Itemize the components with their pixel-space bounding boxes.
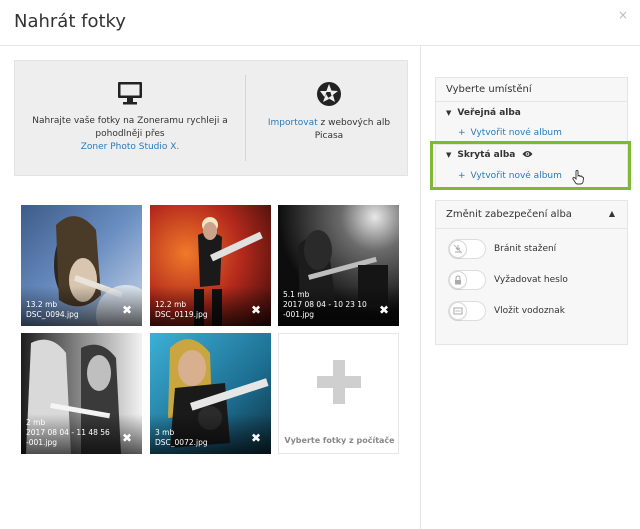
security-heading: Změnit zabezpečení alba bbox=[436, 201, 627, 229]
plus-icon: + bbox=[458, 128, 466, 138]
photo-thumbnail[interactable]: 3 mb DSC_0072.jpg ✖ bbox=[150, 333, 271, 454]
picasa-description: z webových alb Picasa bbox=[314, 118, 391, 141]
photo-size: 12.2 mb bbox=[155, 300, 187, 309]
panel-divider bbox=[420, 46, 421, 529]
toggle-knob bbox=[449, 302, 467, 320]
caret-up-icon[interactable]: ▲ bbox=[609, 209, 615, 218]
photo-filename: DSC_0072.jpg bbox=[155, 438, 208, 447]
photo-thumbnail[interactable]: 5.1 mb 2017 08 04 - 10 23 10 -001.jpg ✖ bbox=[278, 205, 399, 326]
photo-meta: 13.2 mb DSC_0094.jpg bbox=[26, 300, 79, 320]
picasa-icon bbox=[317, 82, 341, 106]
photo-size: 5.1 mb bbox=[283, 290, 310, 299]
photo-meta: 3 mb DSC_0072.jpg bbox=[155, 428, 208, 448]
photo-size: 13.2 mb bbox=[26, 300, 58, 309]
create-album-label: Vytvořit nové album bbox=[470, 128, 562, 138]
add-photos-label: Vyberte fotky z počítače bbox=[284, 436, 395, 445]
delete-photo-icon[interactable]: ✖ bbox=[251, 432, 261, 444]
monitor-icon bbox=[118, 82, 142, 105]
lock-icon bbox=[455, 275, 461, 285]
photo-filename: DSC_0119.jpg bbox=[155, 310, 208, 319]
toggle-knob bbox=[449, 240, 467, 258]
hand-cursor-icon bbox=[572, 170, 584, 185]
watermark-icon bbox=[453, 307, 463, 315]
prevent-download-label: Bránit stažení bbox=[494, 244, 557, 254]
toggle-knob bbox=[449, 271, 467, 289]
create-public-album-link[interactable]: + Vytvořit nové album bbox=[458, 128, 562, 138]
photo-size: 2 mb bbox=[26, 418, 46, 427]
source-separator bbox=[245, 75, 246, 161]
close-icon[interactable]: × bbox=[618, 8, 628, 22]
toggle-watermark[interactable] bbox=[448, 301, 486, 321]
zps-description: Nahrajte vaše fotky na Zoneramu rychleji… bbox=[32, 116, 228, 139]
photo-meta: 12.2 mb DSC_0119.jpg bbox=[155, 300, 208, 320]
import-link[interactable]: Importovat bbox=[268, 118, 318, 128]
watermark-label: Vložit vodoznak bbox=[494, 306, 565, 316]
plus-icon-bar bbox=[317, 376, 361, 388]
group-label: Veřejná alba bbox=[457, 108, 521, 118]
photo-thumbnail[interactable]: 12.2 mb DSC_0119.jpg ✖ bbox=[150, 205, 271, 326]
photo-thumbnail[interactable]: 13.2 mb DSC_0094.jpg ✖ bbox=[21, 205, 142, 326]
group-public-albums[interactable]: ▼ Veřejná alba bbox=[446, 108, 521, 118]
toggle-require-password[interactable] bbox=[448, 270, 486, 290]
toggle-prevent-download[interactable] bbox=[448, 239, 486, 259]
photo-size: 3 mb bbox=[155, 428, 175, 437]
picasa-source: Importovat z webových alb Picasa bbox=[255, 81, 403, 143]
delete-photo-icon[interactable]: ✖ bbox=[251, 304, 261, 316]
security-panel: Změnit zabezpečení alba ▲ Bránit stažení… bbox=[435, 200, 628, 345]
no-download-icon bbox=[453, 244, 463, 254]
chevron-down-icon: ▼ bbox=[446, 109, 452, 117]
location-heading: Vyberte umístění bbox=[436, 78, 627, 102]
photo-filename: DSC_0094.jpg bbox=[26, 310, 79, 319]
delete-photo-icon[interactable]: ✖ bbox=[122, 304, 132, 316]
dialog-header: Nahrát fotky × bbox=[0, 0, 640, 46]
dialog-title: Nahrát fotky bbox=[14, 11, 126, 32]
delete-photo-icon[interactable]: ✖ bbox=[122, 432, 132, 444]
zps-link[interactable]: Zoner Photo Studio X. bbox=[81, 142, 180, 152]
selection-highlight bbox=[430, 141, 631, 190]
zps-source: Nahrajte vaše fotky na Zoneramu rychleji… bbox=[25, 81, 235, 154]
delete-photo-icon[interactable]: ✖ bbox=[379, 304, 389, 316]
require-password-label: Vyžadovat heslo bbox=[494, 275, 568, 285]
photo-thumbnail[interactable]: 2 mb 2017 08 04 - 11 48 56 -001.jpg ✖ bbox=[21, 333, 142, 454]
upload-source-box: Nahrajte vaše fotky na Zoneramu rychleji… bbox=[14, 60, 408, 176]
add-photos-tile[interactable]: Vyberte fotky z počítače bbox=[278, 333, 399, 454]
